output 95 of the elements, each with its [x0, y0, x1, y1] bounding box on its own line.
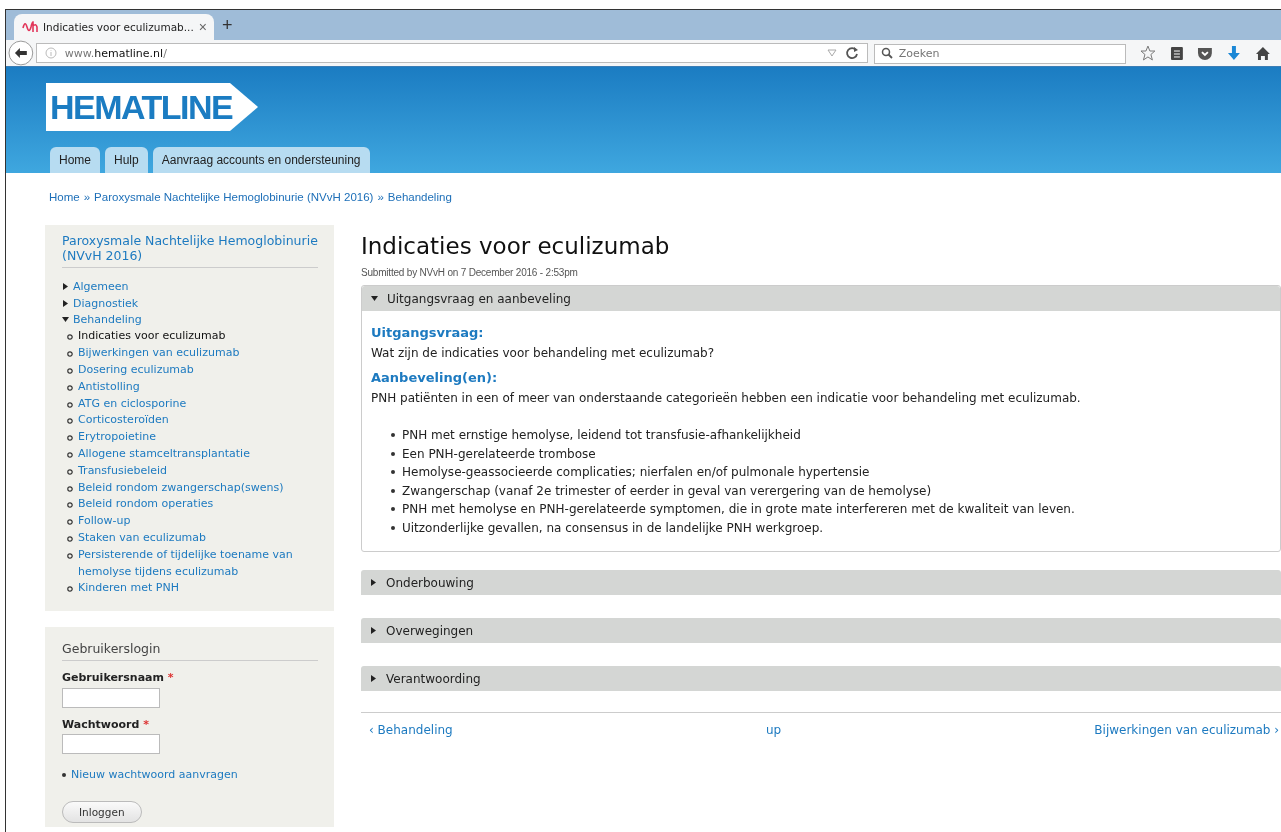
reload-icon[interactable] — [844, 46, 859, 60]
menu-link[interactable]: Transfusiebeleid — [78, 462, 168, 480]
nav-tab[interactable]: Home — [50, 147, 100, 173]
search-field[interactable]: Zoeken — [873, 43, 1126, 64]
bullet-icon — [67, 351, 73, 358]
bullet-icon — [67, 485, 73, 492]
list-item: PNH met ernstige hemolyse, leidend tot transfusie-afhankelijkheid — [402, 427, 801, 444]
close-tab-button[interactable]: × — [198, 19, 207, 35]
reset-password-link[interactable]: Nieuw wachtwoord aanvragen — [71, 768, 238, 782]
star-icon[interactable] — [1139, 45, 1156, 61]
login-button[interactable]: Inloggen — [62, 801, 142, 824]
submitted-info: Submitted by NVvH on 7 December 2016 - 2:53pm — [361, 267, 579, 278]
required-mark: * — [143, 717, 149, 731]
section-header[interactable]: Onderbouwing — [361, 570, 1281, 595]
menu-link[interactable]: Indicaties voor eculizumab — [78, 328, 226, 346]
list-item: Een PNH-gerelateerde trombose — [402, 445, 596, 463]
caret-right-icon — [370, 627, 377, 634]
bullet-icon — [67, 586, 73, 593]
menu-link[interactable]: Bijwerkingen van eculizumab — [78, 345, 240, 362]
list-item: Zwangerschap (vanaf 2e trimester of eerder in geval van verergering van de hemolyse) — [402, 482, 932, 500]
menu-link[interactable]: Corticosteroïden — [78, 412, 169, 430]
caret-down-icon — [371, 295, 378, 302]
bullet-icon — [67, 384, 73, 391]
field-label: Wachtwoord — [62, 717, 140, 731]
caret-right-icon — [370, 675, 377, 682]
breadcrumb-link[interactable]: Paroxysmale Nachtelijke Hemoglobinurie (NVvH 2016) — [94, 191, 374, 207]
input-field[interactable] — [62, 687, 160, 708]
bullet-icon — [67, 401, 73, 408]
sidebar-title: Paroxysmale Nachtelijke Hemoglobinurie (NVvH 2016) — [62, 233, 318, 268]
caret-right-icon[interactable] — [62, 282, 69, 290]
section-heading: Uitgangsvraag: — [371, 325, 485, 340]
menu-link[interactable]: Beleid rondom operaties — [78, 496, 214, 514]
browser-tab[interactable]: Indicaties voor eculizumab... × — [14, 14, 214, 40]
wave-icon — [22, 20, 38, 34]
bullet-icon — [67, 418, 73, 425]
bullet-icon — [67, 535, 73, 542]
bullet-icon — [67, 435, 73, 442]
section-header[interactable]: Overwegingen — [361, 618, 1281, 643]
field-label: Gebruikersnaam — [62, 671, 164, 685]
menu-link[interactable]: ATG en ciclosporine — [78, 395, 187, 413]
back-button[interactable] — [8, 40, 34, 66]
menu-link[interactable]: Staken van eculizumab — [78, 529, 207, 547]
clipboard-icon[interactable] — [1169, 45, 1184, 61]
bullet-icon — [67, 519, 73, 526]
menu-link[interactable]: Behandeling — [73, 313, 142, 327]
section-header[interactable]: Verantwoording — [361, 666, 1281, 691]
input-field[interactable] — [62, 734, 160, 755]
menu-link[interactable]: Allogene stamceltransplantatie — [78, 445, 250, 463]
bullet-icon — [67, 334, 73, 341]
breadcrumb-separator: » — [83, 191, 91, 205]
breadcrumb-separator: » — [377, 191, 384, 205]
url-text: www.hematline.nl/ — [64, 46, 167, 60]
site-logo[interactable]: HEMATLINE — [46, 83, 258, 131]
new-tab-button[interactable]: + — [222, 15, 233, 40]
menu-link[interactable]: Antistolling — [78, 378, 140, 396]
page-title: Indicaties voor eculizumab — [361, 233, 671, 259]
pocket-icon[interactable] — [1197, 45, 1214, 61]
search-icon — [880, 47, 893, 59]
menu-link[interactable]: Beleid rondom zwangerschap(swens) — [78, 479, 284, 497]
paragraph: PNH patiënten in een of meer van onderstaande categorieën hebben een indicatie voor behandeling met eculizumab. — [371, 390, 1082, 406]
caret-right-icon[interactable] — [62, 299, 69, 307]
nav-tab[interactable]: Aanvraag accounts en ondersteuning — [152, 147, 370, 173]
section-heading: Aanbeveling(en): — [371, 370, 499, 385]
bullet-icon — [67, 552, 73, 559]
menu-link[interactable]: Kinderen met PNH — [78, 580, 179, 598]
menu-link[interactable]: Persisterende of tijdelijke toename van hemolyse tijdens eculizumab — [78, 546, 318, 581]
bullet-icon — [67, 451, 73, 458]
list-item: PNH met hemolyse en PNH-gerelateerde symptomen, die in grote mate interfereren met de kwaliteit van leven. — [402, 501, 1075, 518]
breadcrumb-link[interactable]: Home — [49, 191, 80, 207]
breadcrumb-link[interactable]: Behandeling — [387, 191, 452, 207]
list-item: Hemolyse-geassocieerde complicaties; nierfalen en/of pulmonale hypertensie — [402, 464, 870, 481]
menu-link[interactable]: Algemeen — [73, 279, 129, 293]
bullet-icon — [67, 468, 73, 475]
menu-link[interactable]: Erytropoietine — [78, 429, 156, 446]
caret-right-icon — [370, 579, 377, 586]
previous-page-link[interactable]: ‹ Behandeling — [369, 723, 453, 737]
bullet-icon — [67, 502, 73, 509]
caret-down-icon[interactable] — [62, 316, 69, 324]
menu-link[interactable]: Dosering eculizumab — [78, 362, 194, 379]
login-title: Gebruikerslogin — [62, 635, 318, 662]
required-mark: * — [167, 671, 174, 685]
up-link[interactable]: up — [765, 723, 782, 737]
bullet-icon — [67, 368, 73, 374]
menu-link[interactable]: Follow-up — [78, 513, 131, 530]
home-icon[interactable] — [1255, 45, 1271, 61]
address-bar[interactable]: www.hematline.nl/ — [35, 43, 868, 63]
download-icon[interactable] — [1227, 45, 1242, 61]
tab-title: Indicaties voor eculizumab... — [43, 21, 194, 33]
next-page-link[interactable]: Bijwerkingen van eculizumab › — [1094, 723, 1279, 737]
list-item: Uitzonderlijke gevallen, na consensus in de landelijke PNH werkgroep. — [402, 519, 824, 537]
nav-tab[interactable]: Hulp — [105, 147, 148, 173]
paragraph: Wat zijn de indicaties voor behandeling met eculizumab? — [371, 345, 716, 361]
menu-link[interactable]: Diagnostiek — [73, 296, 139, 310]
section-header[interactable]: Uitgangsvraag en aanbeveling — [362, 286, 1280, 311]
info-icon — [44, 47, 57, 59]
